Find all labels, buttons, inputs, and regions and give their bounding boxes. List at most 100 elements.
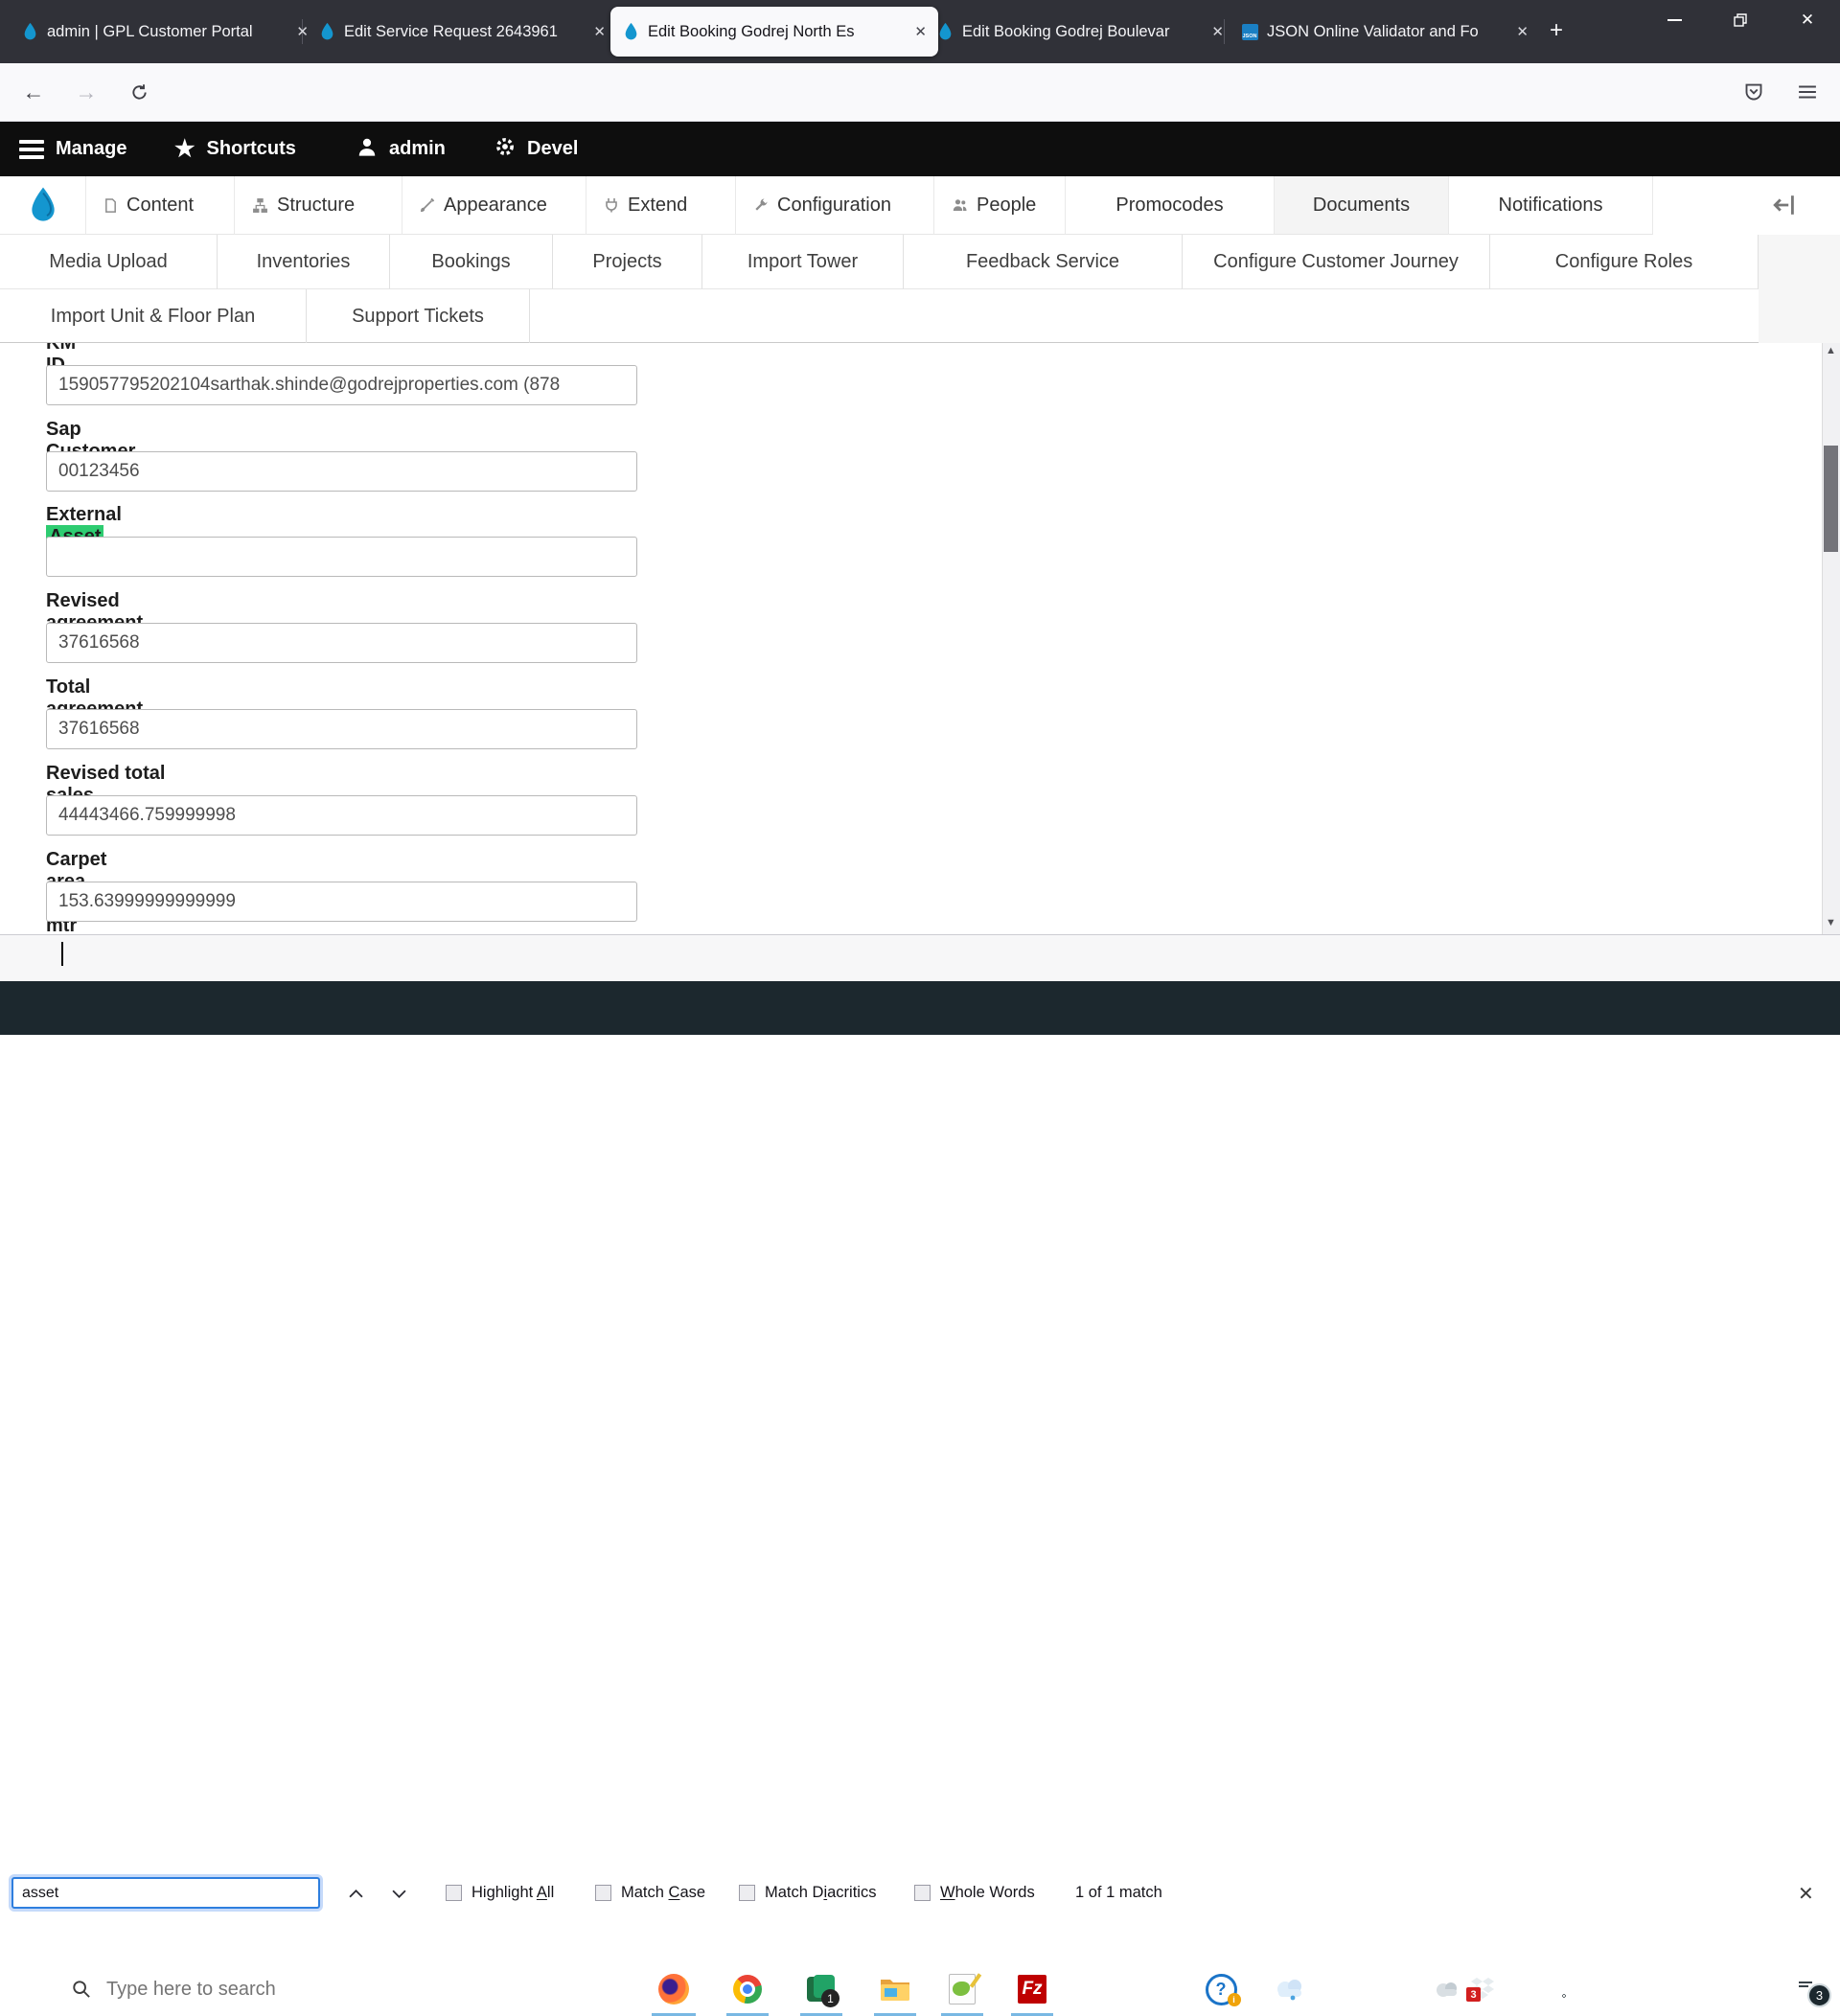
back-button[interactable]: ← xyxy=(16,75,51,109)
help-tray-icon[interactable]: ? i xyxy=(1200,1962,1242,2016)
green-app-taskbar-icon[interactable]: 1 xyxy=(795,1962,847,2016)
scrollbar-up-arrow[interactable]: ▲ xyxy=(1826,345,1836,356)
drupal-favicon xyxy=(936,22,954,40)
tab-close-icon[interactable]: ✕ xyxy=(593,23,606,40)
volume-tray-icon[interactable] xyxy=(1574,1962,1612,2016)
submenu-item-configure-customer-journey[interactable]: Configure Customer Journey xyxy=(1183,235,1490,289)
tab-close-icon[interactable]: ✕ xyxy=(1516,23,1529,40)
taskbar-search-box[interactable] xyxy=(58,1963,586,2015)
submenu-item-configure-roles[interactable]: Configure Roles xyxy=(1490,235,1759,289)
submenu-item-feedback-service[interactable]: Feedback Service xyxy=(904,235,1183,289)
gear-icon xyxy=(494,136,516,163)
menu-item-notifications[interactable]: Notifications xyxy=(1449,176,1653,235)
find-input[interactable] xyxy=(12,1877,320,1909)
tab-close-icon[interactable]: ✕ xyxy=(296,23,309,40)
window-close-button[interactable]: ✕ xyxy=(1785,0,1829,40)
language-indicator[interactable]: ENG xyxy=(1608,1962,1658,2016)
scrollbar-down-arrow[interactable]: ▼ xyxy=(1826,917,1836,928)
toolbar-item-devel[interactable]: Devel xyxy=(494,122,578,176)
menu-item-promocodes[interactable]: Promocodes xyxy=(1066,176,1275,235)
highlight-all-label[interactable]: Highlight All xyxy=(472,1884,554,1902)
match-diacritics-checkbox[interactable] xyxy=(739,1885,755,1901)
window-restore-button[interactable] xyxy=(1718,0,1762,40)
filezilla-taskbar-icon[interactable]: Fz xyxy=(1006,1962,1058,2016)
submenu-item-media-upload[interactable]: Media Upload xyxy=(0,235,218,289)
tab-title: Edit Booking Godrej North Es xyxy=(648,22,855,40)
submenu-item-bookings[interactable]: Bookings xyxy=(390,235,553,289)
find-previous-button[interactable] xyxy=(339,1879,372,1908)
collapse-toolbar-icon[interactable] xyxy=(1771,192,1798,223)
find-close-icon[interactable]: ✕ xyxy=(1798,1882,1814,1906)
menu-item-documents[interactable]: Documents xyxy=(1275,176,1449,235)
reload-button[interactable] xyxy=(122,75,156,109)
drupal-logo[interactable] xyxy=(0,176,86,235)
window-minimize-button[interactable] xyxy=(1652,0,1696,40)
file-explorer-taskbar-icon[interactable] xyxy=(869,1962,921,2016)
submenu-item-projects[interactable]: Projects xyxy=(553,235,702,289)
tab-admin-gpl-portal[interactable]: admin | GPL Customer Portal ✕ xyxy=(10,7,320,57)
notepad-plus-plus-taskbar-icon[interactable] xyxy=(936,1962,988,2016)
drupal-favicon xyxy=(21,22,38,40)
find-status-text: 1 of 1 match xyxy=(1075,1884,1162,1901)
chrome-taskbar-icon[interactable] xyxy=(722,1962,773,2016)
match-diacritics-label[interactable]: Match Diacritics xyxy=(765,1884,876,1902)
clock-tray[interactable]: 13:37:26 24-12-2021 xyxy=(1658,1962,1771,2016)
total-agreement-amount-input[interactable] xyxy=(46,709,637,749)
firefox-taskbar-icon[interactable] xyxy=(648,1962,700,2016)
menu-hamburger-icon[interactable] xyxy=(1790,75,1825,109)
tray-chevron-up-icon[interactable] xyxy=(1390,1962,1430,2016)
notification-badge: 3 xyxy=(1807,1982,1831,2007)
browser-toolbar: ← → https://customercare.godrejpropertie… xyxy=(0,63,1840,175)
match-case-label[interactable]: Match Case xyxy=(621,1884,705,1902)
submenu-item-import-unit-floor-plan[interactable]: Import Unit & Floor Plan xyxy=(0,289,307,343)
menu-item-people[interactable]: People xyxy=(934,176,1066,235)
tab-service-request[interactable]: Edit Service Request 2643961 ✕ xyxy=(307,7,617,57)
page-scrollbar-track[interactable] xyxy=(1822,343,1840,934)
submenu-item-import-tower[interactable]: Import Tower xyxy=(702,235,904,289)
forward-button[interactable]: → xyxy=(69,75,104,109)
pocket-icon[interactable] xyxy=(1736,75,1771,109)
taskbar-search-input[interactable] xyxy=(104,1977,573,2002)
task-view-icon[interactable] xyxy=(575,1962,627,2016)
page-scrollbar-thumb[interactable] xyxy=(1824,446,1838,552)
badge: 1 xyxy=(821,1989,840,2007)
battery-tray-icon[interactable] xyxy=(1501,1962,1541,2016)
km-id-input[interactable] xyxy=(46,365,637,405)
revised-total-sales-consideration-input[interactable] xyxy=(46,795,637,836)
whole-words-label[interactable]: Whole Words xyxy=(940,1884,1035,1902)
menu-item-appearance[interactable]: Appearance xyxy=(402,176,586,235)
dropbox-tray-icon[interactable]: 3 xyxy=(1464,1962,1501,2016)
tab-json-validator[interactable]: JSON JSON Online Validator and Fo ✕ xyxy=(1230,7,1540,57)
action-center-icon[interactable]: 3 xyxy=(1771,1962,1840,2016)
highlight-all-checkbox[interactable] xyxy=(446,1885,462,1901)
tab-close-icon[interactable]: ✕ xyxy=(1211,23,1224,40)
temperature-text[interactable]: 14°C xyxy=(1311,1962,1372,2016)
network-wifi-tray-icon[interactable] xyxy=(1539,1962,1577,2016)
tab-edit-booking-boulevard[interactable]: Edit Booking Godrej Boulevar ✕ xyxy=(925,7,1235,57)
onedrive-tray-icon[interactable] xyxy=(1430,1962,1464,2016)
menu-item-structure[interactable]: Structure xyxy=(235,176,402,235)
windows-logo-icon xyxy=(19,1979,39,2000)
menu-item-configuration[interactable]: Configuration xyxy=(736,176,934,235)
submenu-item-support-tickets[interactable]: Support Tickets xyxy=(307,289,530,343)
sap-customer-code-input[interactable] xyxy=(46,451,637,492)
external-asset-id-input[interactable] xyxy=(46,537,637,577)
start-button[interactable] xyxy=(0,1962,58,2016)
new-tab-button[interactable]: + xyxy=(1537,11,1576,50)
tab-edit-booking-north-active[interactable]: Edit Booking Godrej North Es ✕ xyxy=(610,7,938,57)
toolbar-item-admin-user[interactable]: admin xyxy=(356,122,446,176)
submenu-item-inventories[interactable]: Inventories xyxy=(218,235,390,289)
menu-item-extend[interactable]: Extend xyxy=(586,176,736,235)
weather-cloud-icon[interactable] xyxy=(1267,1962,1313,2016)
match-case-checkbox[interactable] xyxy=(595,1885,611,1901)
toolbar-item-shortcuts[interactable]: ★ Shortcuts xyxy=(174,122,296,176)
text-caret xyxy=(61,942,63,966)
toolbar-item-manage[interactable]: Manage xyxy=(19,122,126,176)
revised-agreement-amount-input[interactable] xyxy=(46,623,637,663)
menu-item-content[interactable]: Content xyxy=(86,176,235,235)
whole-words-checkbox[interactable] xyxy=(914,1885,931,1901)
document-icon xyxy=(104,197,118,214)
carpet-area-input[interactable] xyxy=(46,882,637,922)
find-next-button[interactable] xyxy=(382,1879,415,1908)
tab-close-icon[interactable]: ✕ xyxy=(914,23,927,40)
